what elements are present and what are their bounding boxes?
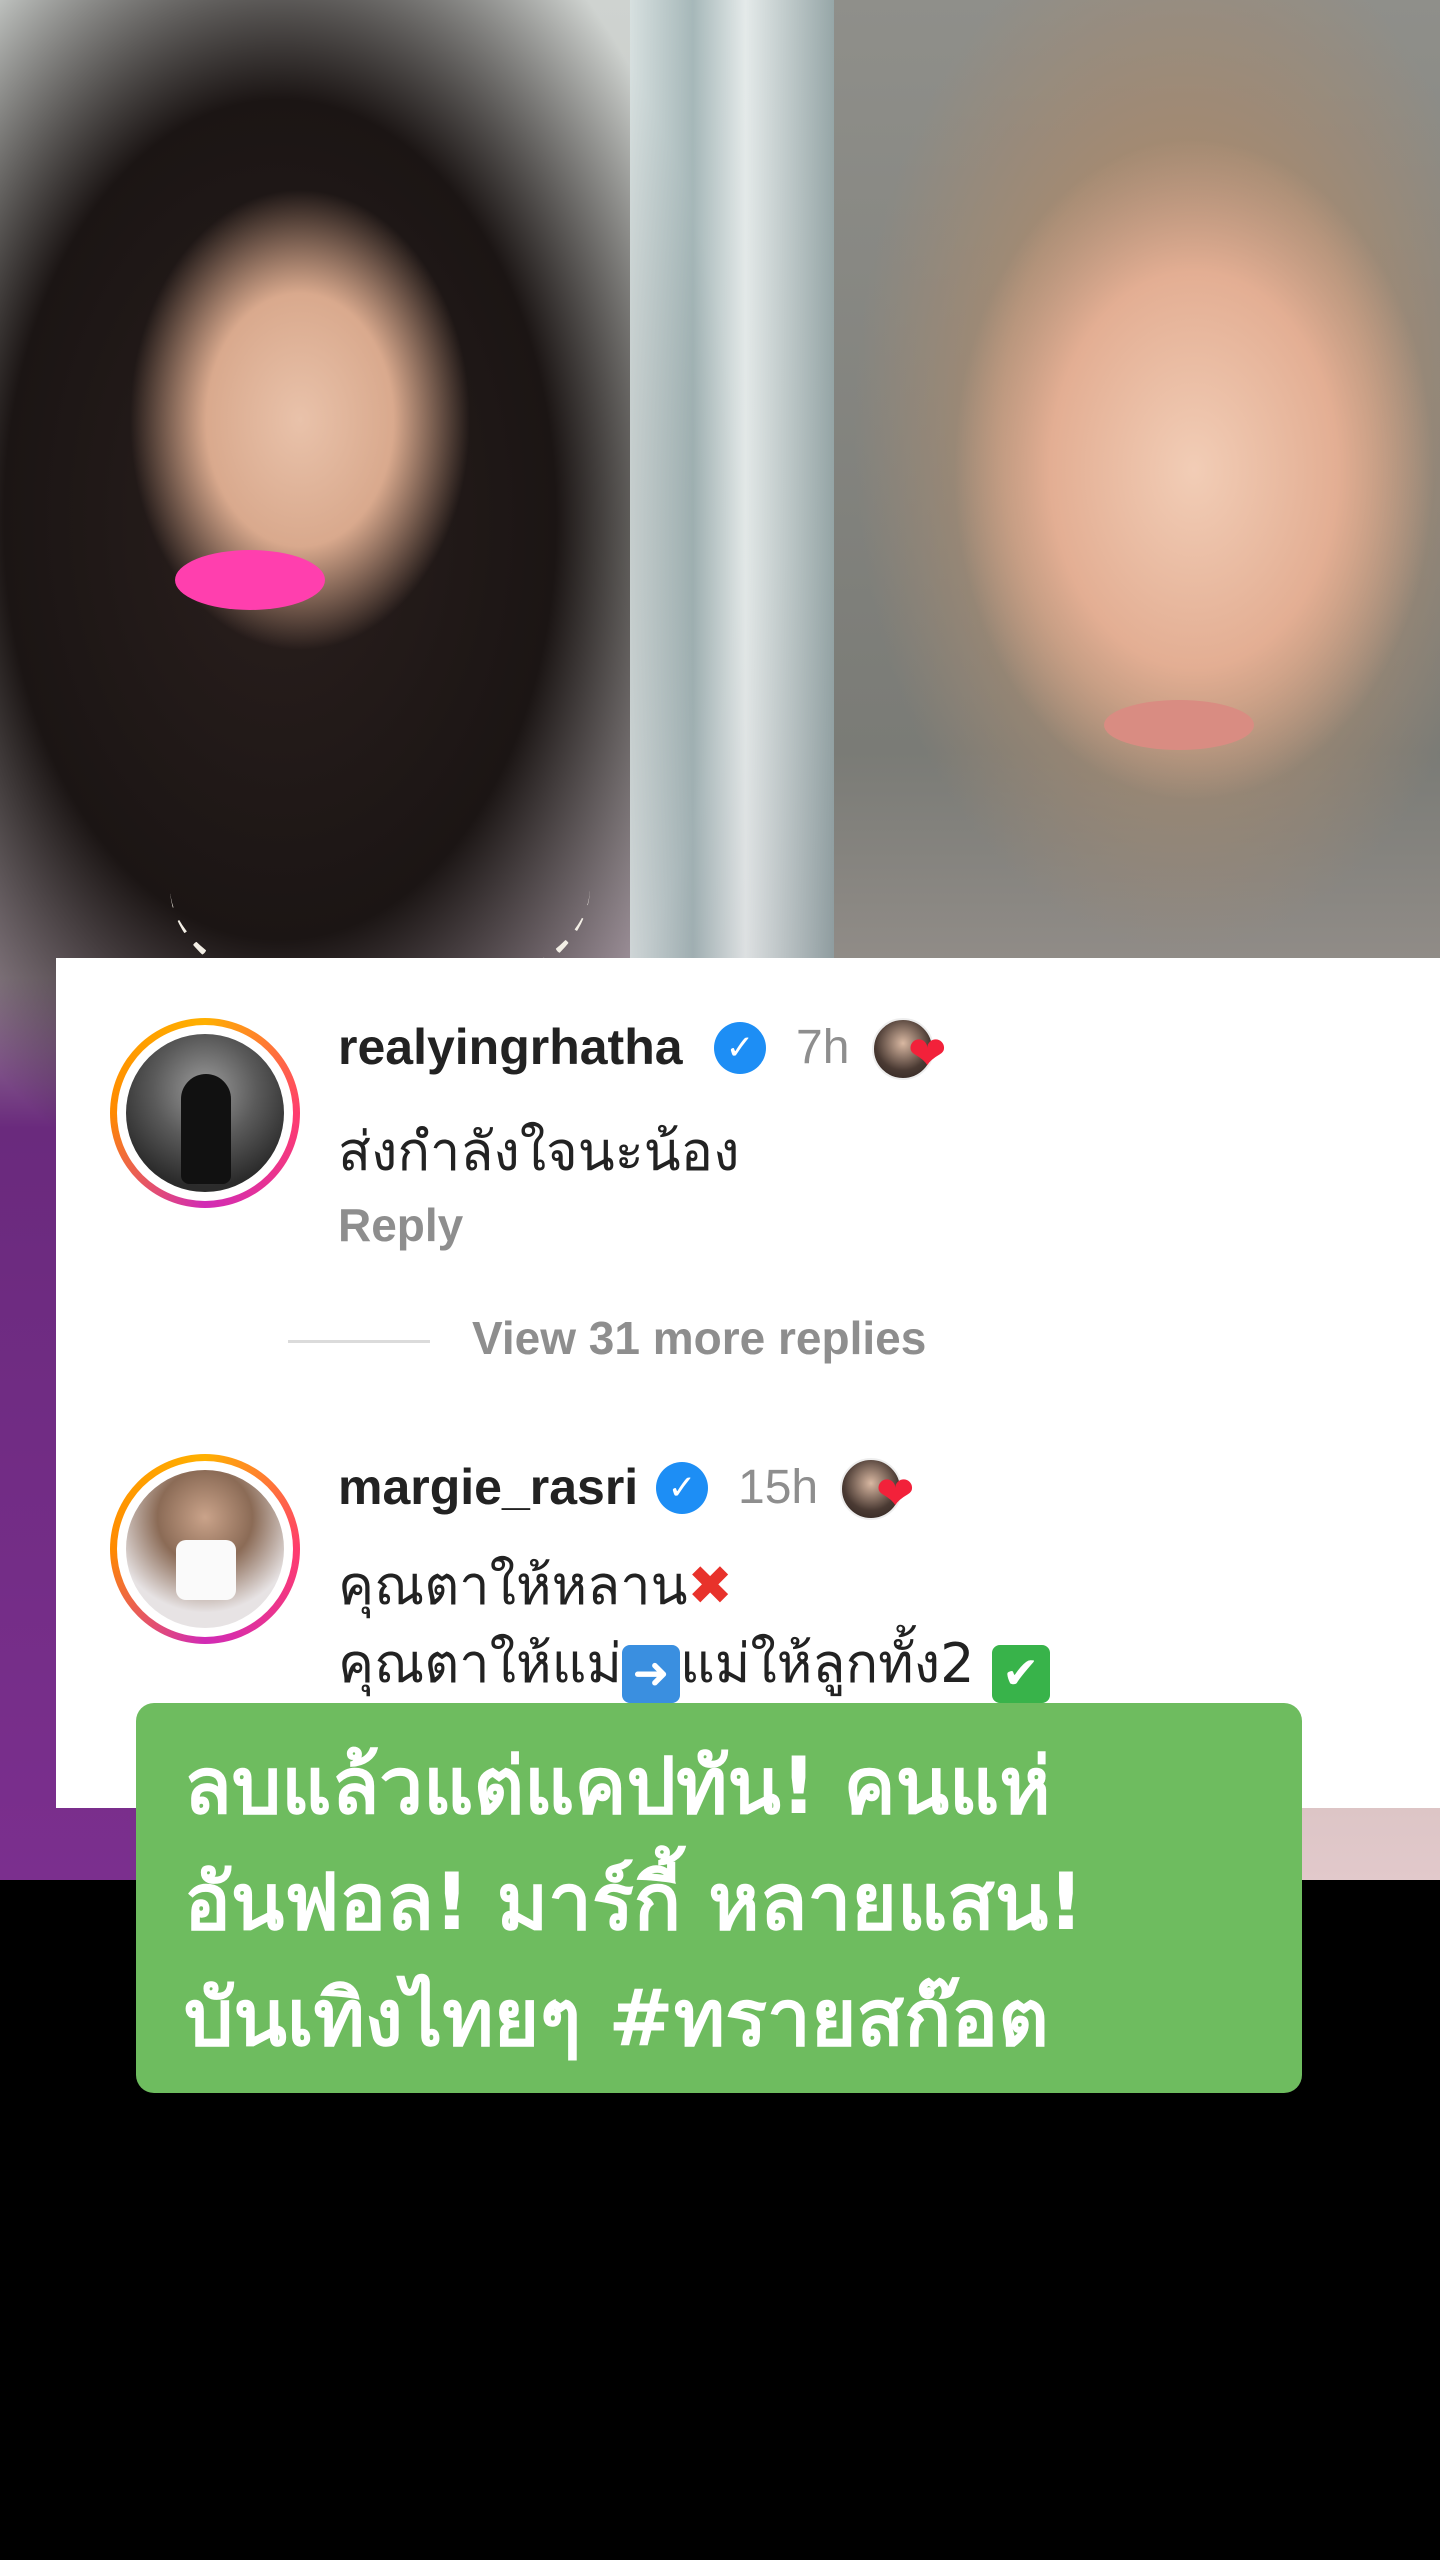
avatar[interactable] <box>110 1454 300 1644</box>
caption-line-1: ลบแล้วแต่แคปทัน! คนแห่ <box>184 1742 1051 1832</box>
caption-banner: ลบแล้วแต่แคปทัน! คนแห่ อันฟอล! มาร์กี้ ห… <box>136 1703 1302 2093</box>
curtain-backdrop <box>630 0 834 960</box>
avatar-photo <box>126 1470 284 1628</box>
cross-mark-icon: ✖ <box>687 1554 733 1617</box>
comment-text-line-2: คุณตาให้แม่ ➜ แม่ให้ลูกทั้ง2 ✔ <box>338 1620 1050 1706</box>
check-mark-icon: ✔ <box>991 1645 1050 1703</box>
verified-badge-icon: ✓ <box>656 1462 708 1514</box>
right-arrow-icon: ➜ <box>621 1645 680 1703</box>
comment-text-part: แม่ให้ลูกทั้ง2 <box>679 1632 975 1695</box>
timestamp: 7h <box>796 1021 850 1074</box>
comment-card: realyingrhatha ✓ 7h ❤ ส่งกำลังใจนะน้อง R… <box>56 958 1440 1808</box>
creator-liked-heart-icon: ❤ <box>876 1466 915 1520</box>
comment-text-part: คุณตาให้แม่ <box>338 1632 622 1695</box>
reply-button[interactable]: Reply <box>338 1198 463 1252</box>
pink-lips <box>175 550 325 610</box>
verified-badge-icon: ✓ <box>714 1022 766 1074</box>
comment-text-part: คุณตาให้หลาน <box>338 1554 688 1617</box>
username[interactable]: realyingrhatha <box>338 1018 683 1076</box>
caption-line-2: อันฟอล! มาร์กี้ หลายแสน! <box>184 1858 1084 1948</box>
nude-lips <box>1104 700 1254 750</box>
timestamp: 15h <box>738 1461 819 1514</box>
view-more-divider <box>288 1340 430 1343</box>
comment-text-line-1: คุณตาให้หลาน✖ <box>338 1542 733 1628</box>
avatar-photo <box>126 1034 284 1192</box>
comment-text: ส่งกำลังใจนะน้อง <box>338 1120 740 1183</box>
username[interactable]: margie_rasri <box>338 1458 638 1516</box>
avatar[interactable] <box>110 1018 300 1208</box>
creator-liked-heart-icon: ❤ <box>908 1026 947 1080</box>
caption-line-3: บันเทิงไทยๆ #ทรายสก๊อต <box>184 1974 1049 2064</box>
view-more-replies-button[interactable]: View 31 more replies <box>472 1311 926 1365</box>
